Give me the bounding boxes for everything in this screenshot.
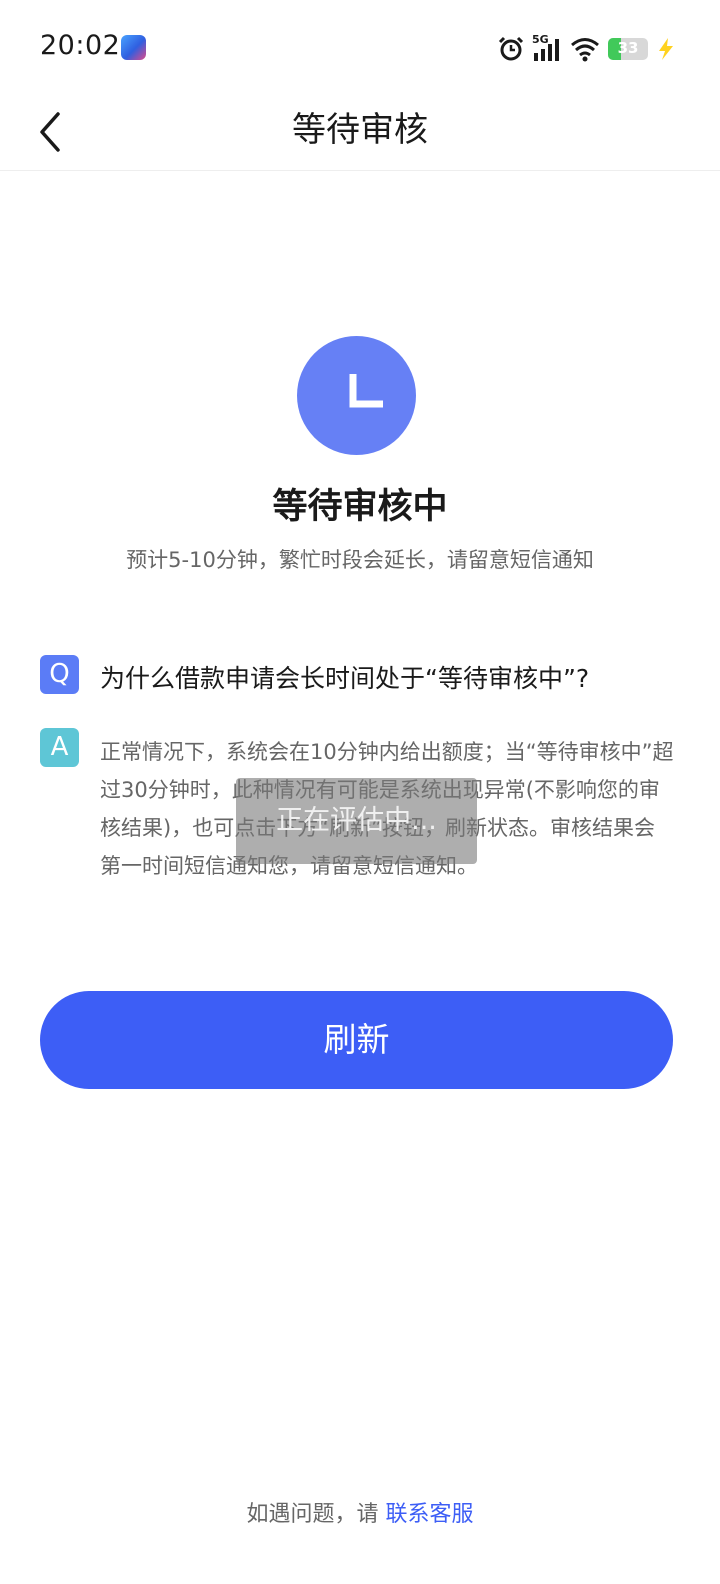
review-status-title: 等待审核中 <box>272 487 448 527</box>
status-bar: 20:02 5G 33 <box>0 0 720 90</box>
charging-bolt-icon <box>656 37 676 61</box>
footer-prefix: 如遇问题，请 <box>246 1502 379 1527</box>
notification-app-icon <box>121 35 146 60</box>
battery-icon: 33 <box>608 38 648 60</box>
signal-icon: 5G <box>532 33 562 63</box>
faq-question: 为什么借款申请会长时间处于“等待审核中”? <box>100 664 590 693</box>
footer-help: 如遇问题，请 联系客服 <box>0 1496 720 1528</box>
contact-support-link[interactable]: 联系客服 <box>386 1502 474 1527</box>
loading-toast: 正在评估中... <box>236 778 477 864</box>
page-title: 等待审核 <box>292 110 428 150</box>
navigation-bar: 等待审核 <box>0 90 720 171</box>
battery-level: 33 <box>617 39 639 57</box>
wifi-icon <box>570 36 600 62</box>
refresh-button[interactable]: 刷新 <box>40 991 673 1089</box>
question-badge: Q <box>40 655 79 694</box>
status-time: 20:02 <box>40 30 121 61</box>
status-icons: 5G 33 <box>498 33 676 64</box>
answer-badge: A <box>40 728 79 767</box>
alarm-icon <box>498 36 524 62</box>
clock-icon <box>297 336 416 455</box>
review-status-subtitle: 预计5-10分钟，繁忙时段会延长，请留意短信通知 <box>126 548 594 572</box>
